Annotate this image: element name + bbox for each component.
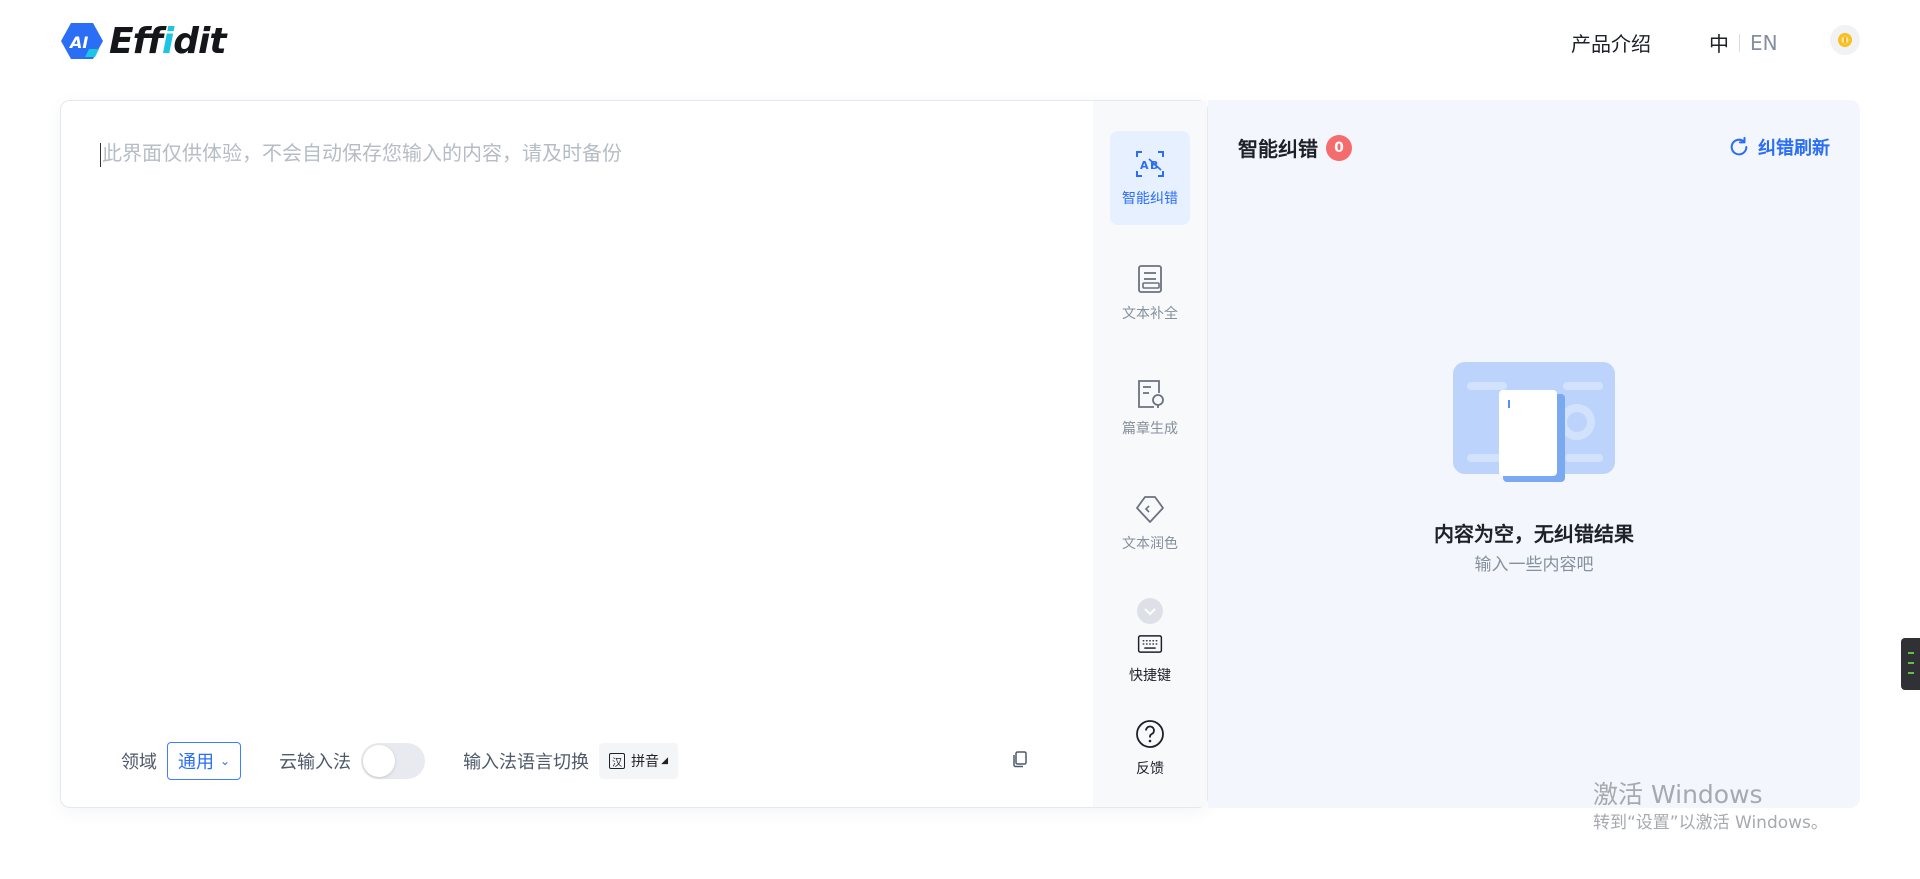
domain-select-value: 通用 [178, 752, 214, 773]
tool-article-generate[interactable]: 篇章生成 [1110, 361, 1190, 455]
tool-text-polish[interactable]: 文本润色 [1110, 476, 1190, 570]
ai-correct-icon: A B [1136, 151, 1164, 177]
theme-toggle-button[interactable] [1830, 25, 1860, 55]
panel-title: 智能纠错 0 [1238, 133, 1352, 162]
chevron-down-icon: ⌄ [220, 754, 231, 768]
error-count-badge: 0 [1326, 134, 1352, 161]
refresh-correction-button[interactable]: 纠错刷新 [1728, 134, 1830, 160]
handle-mark [1908, 662, 1914, 664]
ime-switch-label: 输入法语言切换 [463, 752, 590, 773]
tool-label: 篇章生成 [1122, 421, 1178, 437]
header: AI Effidit 产品介绍 中 EN [0, 0, 1920, 82]
ime-language-value: 拼音 [631, 754, 660, 770]
feedback-icon [1136, 720, 1164, 748]
handle-mark [1908, 652, 1914, 654]
domain-label: 领域 [121, 752, 157, 773]
tool-label: 文本润色 [1122, 536, 1178, 552]
tool-label: 智能纠错 [1122, 191, 1178, 207]
refresh-label: 纠错刷新 [1758, 138, 1830, 159]
panel-title-text: 智能纠错 [1238, 137, 1318, 161]
svg-text:A: A [1140, 159, 1149, 172]
toggle-knob [363, 745, 396, 777]
empty-state-title: 内容为空，无纠错结果 [1434, 522, 1634, 546]
cloud-ime-label: 云输入法 [279, 752, 352, 773]
windows-activation-title: 激活 Windows [1593, 780, 1763, 809]
tool-label: 文本补全 [1122, 306, 1178, 322]
editor-card: 此界面仅供体验，不会自动保存您输入的内容，请及时备份 领域 通用 ⌄ 云输入法 … [60, 100, 1208, 808]
empty-document-illustration [1453, 362, 1615, 482]
keyboard-icon [1137, 635, 1163, 653]
logo-wordmark: Effidit [109, 20, 227, 62]
effidit-logo[interactable]: AI Effidit [59, 19, 227, 63]
tool-ai-correct[interactable]: A B 智能纠错 [1110, 131, 1190, 225]
article-generate-icon [1138, 380, 1164, 408]
side-panel-handle[interactable] [1901, 638, 1920, 690]
refresh-icon [1730, 136, 1748, 156]
lang-zh[interactable]: 中 [1709, 28, 1729, 57]
tool-text-complete[interactable]: 文本补全 [1110, 246, 1190, 340]
corner-mark-icon: ◢ [661, 756, 668, 766]
text-complete-icon [1138, 265, 1162, 293]
handle-mark [1908, 672, 1914, 674]
copy-icon[interactable] [1010, 749, 1030, 769]
cloud-ime-toggle[interactable] [361, 743, 426, 779]
windows-activation-hint: 转到“设置”以激活 Windows。 [1593, 813, 1828, 833]
logo-badge-text: AI [68, 33, 88, 52]
tool-feedback[interactable]: 反馈 [1110, 701, 1190, 795]
text-polish-icon [1136, 496, 1164, 523]
sun-icon [1838, 33, 1852, 47]
ime-language-button[interactable]: 汉 拼音 ◢ [599, 743, 678, 779]
text-caret [100, 142, 101, 167]
collapse-chevron-icon[interactable] [1136, 597, 1164, 625]
domain-select[interactable]: 通用 ⌄ [167, 742, 242, 780]
correction-result-panel: 智能纠错 0 纠错刷新 内容为空，无纠错结果 输入一些内容吧 [1208, 100, 1860, 808]
editor-footer: 领域 通用 ⌄ 云输入法 输入法语言切换 汉 拼音 ◢ [121, 741, 678, 781]
lang-en[interactable]: EN [1750, 31, 1778, 55]
nav-product-intro[interactable]: 产品介绍 [1571, 28, 1651, 57]
tool-shortcuts[interactable]: 快捷键 [1110, 591, 1190, 691]
tool-label: 反馈 [1136, 761, 1164, 777]
language-switch: 中 EN [1709, 28, 1778, 57]
editor-placeholder: 此界面仅供体验，不会自动保存您输入的内容，请及时备份 [102, 141, 622, 165]
text-editor[interactable]: 此界面仅供体验，不会自动保存您输入的内容，请及时备份 [100, 137, 1060, 597]
han-char-icon: 汉 [609, 753, 626, 769]
logo-badge-icon: AI [61, 23, 103, 59]
lang-divider [1739, 33, 1740, 52]
tool-label: 快捷键 [1129, 668, 1171, 684]
empty-state-subtitle: 输入一些内容吧 [1474, 555, 1594, 575]
tool-rail: A B 智能纠错 文本补全 篇章生成 文本润色 快捷键 反馈 [1093, 101, 1207, 807]
